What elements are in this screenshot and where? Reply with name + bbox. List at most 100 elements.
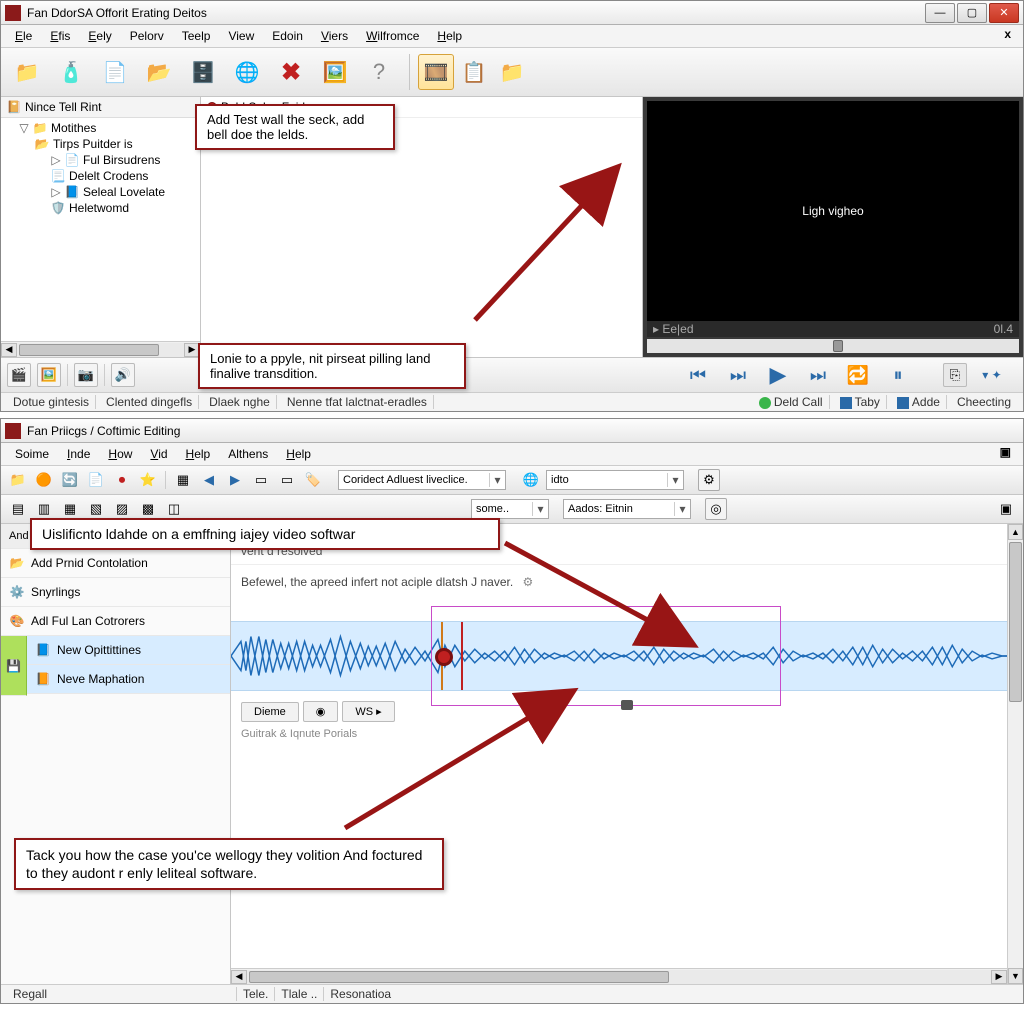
tool-doc-icon[interactable]: 📄: [97, 54, 133, 90]
pause-icon[interactable]: ⏸: [883, 362, 913, 388]
settings-dd-icon[interactable]: ▾ ✦: [977, 362, 1007, 388]
menu-eely[interactable]: Eely: [80, 27, 119, 45]
t2b-corner-icon[interactable]: ▣: [995, 498, 1017, 520]
bt-image-icon[interactable]: 🖼️: [37, 363, 61, 387]
tool-delete-icon[interactable]: ✖: [273, 54, 309, 90]
combo3-input[interactable]: [472, 503, 532, 515]
t2-fwd-icon[interactable]: ▶: [224, 469, 246, 491]
combo2-input[interactable]: [547, 474, 667, 486]
tree-folder[interactable]: 📂 Tirps Puitder is: [5, 136, 196, 152]
bt-film-icon[interactable]: 🎬: [7, 363, 31, 387]
side-item-0[interactable]: 📂Add Prnid Contolation: [1, 549, 230, 578]
next-icon[interactable]: ⏭: [803, 362, 833, 388]
menu-teelp[interactable]: Teelp: [174, 27, 219, 45]
tool-image-icon[interactable]: 🖼️: [317, 54, 353, 90]
t2b-e-icon[interactable]: ▨: [111, 498, 133, 520]
scroll-track[interactable]: [247, 970, 991, 984]
t2-grid-icon[interactable]: ▦: [172, 469, 194, 491]
prev-icon[interactable]: ⏭: [723, 362, 753, 388]
tab-dieme[interactable]: Dieme: [241, 702, 299, 722]
t2-folder-icon[interactable]: 📁: [7, 469, 29, 491]
menu-wilfromce[interactable]: Wilfromce: [358, 27, 427, 45]
tree-hscroll[interactable]: ◀ ▶: [1, 341, 200, 357]
menu-view[interactable]: View: [220, 27, 262, 45]
t2-wins-icon[interactable]: ▭: [276, 469, 298, 491]
menu-efis[interactable]: Efis: [42, 27, 78, 45]
slider-thumb-icon[interactable]: [833, 340, 843, 352]
close-button[interactable]: ✕: [989, 3, 1019, 23]
scroll-thumb[interactable]: [19, 344, 159, 356]
tree-item-2[interactable]: ▷ 📘 Seleal Lovelate: [5, 184, 196, 200]
tree-item-0[interactable]: ▷ 📄 Ful Birsudrens: [5, 152, 196, 168]
side-blue-1[interactable]: 📙Neve Maphation: [27, 665, 230, 694]
chevron-down-icon[interactable]: ▾: [532, 502, 548, 516]
video-progress[interactable]: ▸ Ee|ed 0l.4: [647, 321, 1019, 337]
expander-icon[interactable]: ▽: [19, 121, 29, 135]
menu2-help[interactable]: Help: [178, 445, 219, 463]
scroll-down-icon[interactable]: ▼: [1008, 968, 1023, 984]
t2-refresh-icon[interactable]: 🔄: [59, 469, 81, 491]
menu-help[interactable]: Help: [429, 27, 470, 45]
tool-clipboard-icon[interactable]: 📋: [456, 54, 492, 90]
tree-root[interactable]: ▽ 📁 Motithes: [5, 120, 196, 136]
loop-icon[interactable]: 🔁: [843, 362, 873, 388]
t2-record-icon[interactable]: ⏺: [111, 469, 133, 491]
scroll-track[interactable]: [17, 343, 184, 357]
maximize-button[interactable]: ▢: [957, 3, 987, 23]
t2b-c-icon[interactable]: ▦: [59, 498, 81, 520]
t2-gear-icon[interactable]: ⚙: [698, 469, 720, 491]
skip-start-icon[interactable]: ⏮: [683, 362, 713, 388]
t2-star-icon[interactable]: ⭐: [137, 469, 159, 491]
editor-vscroll[interactable]: ▲ ▼: [1007, 524, 1023, 984]
bt-camera-icon[interactable]: 📷: [74, 363, 98, 387]
video-frame[interactable]: Ligh vigheo: [647, 101, 1019, 321]
scroll-left-icon[interactable]: ◀: [231, 970, 247, 984]
tree-item-3[interactable]: 🛡️ Heletwomd: [5, 200, 196, 216]
combo2[interactable]: ▾: [546, 470, 684, 490]
tool-bottle-icon[interactable]: 🧴: [53, 54, 89, 90]
t2-globe-icon[interactable]: 🌐: [520, 469, 542, 491]
combo3[interactable]: ▾: [471, 499, 549, 519]
t2b-g-icon[interactable]: ◫: [163, 498, 185, 520]
menu2-how[interactable]: How: [100, 445, 140, 463]
combo4-input[interactable]: [564, 503, 674, 515]
side-green-tab[interactable]: 💾: [1, 636, 27, 696]
minimize-button[interactable]: —: [925, 3, 955, 23]
preview-slider[interactable]: [647, 339, 1019, 353]
t2b-d-icon[interactable]: ▧: [85, 498, 107, 520]
menu2-althens[interactable]: Althens: [220, 445, 276, 463]
menu2-inde[interactable]: Inde: [59, 445, 98, 463]
play-icon[interactable]: ▶: [763, 362, 793, 388]
tool-archive-icon[interactable]: 🗄️: [185, 54, 221, 90]
chevron-down-icon[interactable]: ▾: [674, 502, 690, 516]
t2b-last-icon[interactable]: ◎: [705, 498, 727, 520]
menu2-help2[interactable]: Help: [278, 445, 319, 463]
menu-edoin[interactable]: Edoin: [264, 27, 311, 45]
t2-back-icon[interactable]: ◀: [198, 469, 220, 491]
tool-help-icon[interactable]: ?: [361, 54, 397, 90]
t2b-b-icon[interactable]: ▥: [33, 498, 55, 520]
tool-media-icon[interactable]: 🎞️: [418, 54, 454, 90]
t2b-f-icon[interactable]: ▩: [137, 498, 159, 520]
tool-globe-icon[interactable]: 🌐: [229, 54, 265, 90]
side-item-1[interactable]: ⚙️Snyrlings: [1, 578, 230, 607]
tool-info-folder-icon[interactable]: 📁: [494, 54, 530, 90]
combo1[interactable]: ▾: [338, 470, 506, 490]
vscroll-thumb[interactable]: [1009, 542, 1022, 702]
menu2-close-icon[interactable]: ▣: [994, 445, 1017, 463]
t2-doc-icon[interactable]: 📄: [85, 469, 107, 491]
combo1-input[interactable]: [339, 474, 489, 486]
menu-pelorv[interactable]: Pelorv: [122, 27, 172, 45]
editor-hscroll[interactable]: ◀ ▶: [231, 968, 1007, 984]
menu-ele[interactable]: Ele: [7, 27, 40, 45]
side-item-2[interactable]: 🎨Adl Ful Lan Cotrorers: [1, 607, 230, 636]
scroll-up-icon[interactable]: ▲: [1008, 524, 1023, 540]
t2-chrome-icon[interactable]: 🟠: [33, 469, 55, 491]
menu-viers[interactable]: Viers: [313, 27, 356, 45]
t2b-a-icon[interactable]: ▤: [7, 498, 29, 520]
playhead-handle-icon[interactable]: [435, 648, 453, 666]
scroll-thumb[interactable]: [249, 971, 669, 983]
tool-folder-icon[interactable]: 📁: [9, 54, 45, 90]
chevron-down-icon[interactable]: ▾: [489, 473, 505, 487]
chevron-down-icon[interactable]: ▾: [667, 473, 683, 487]
